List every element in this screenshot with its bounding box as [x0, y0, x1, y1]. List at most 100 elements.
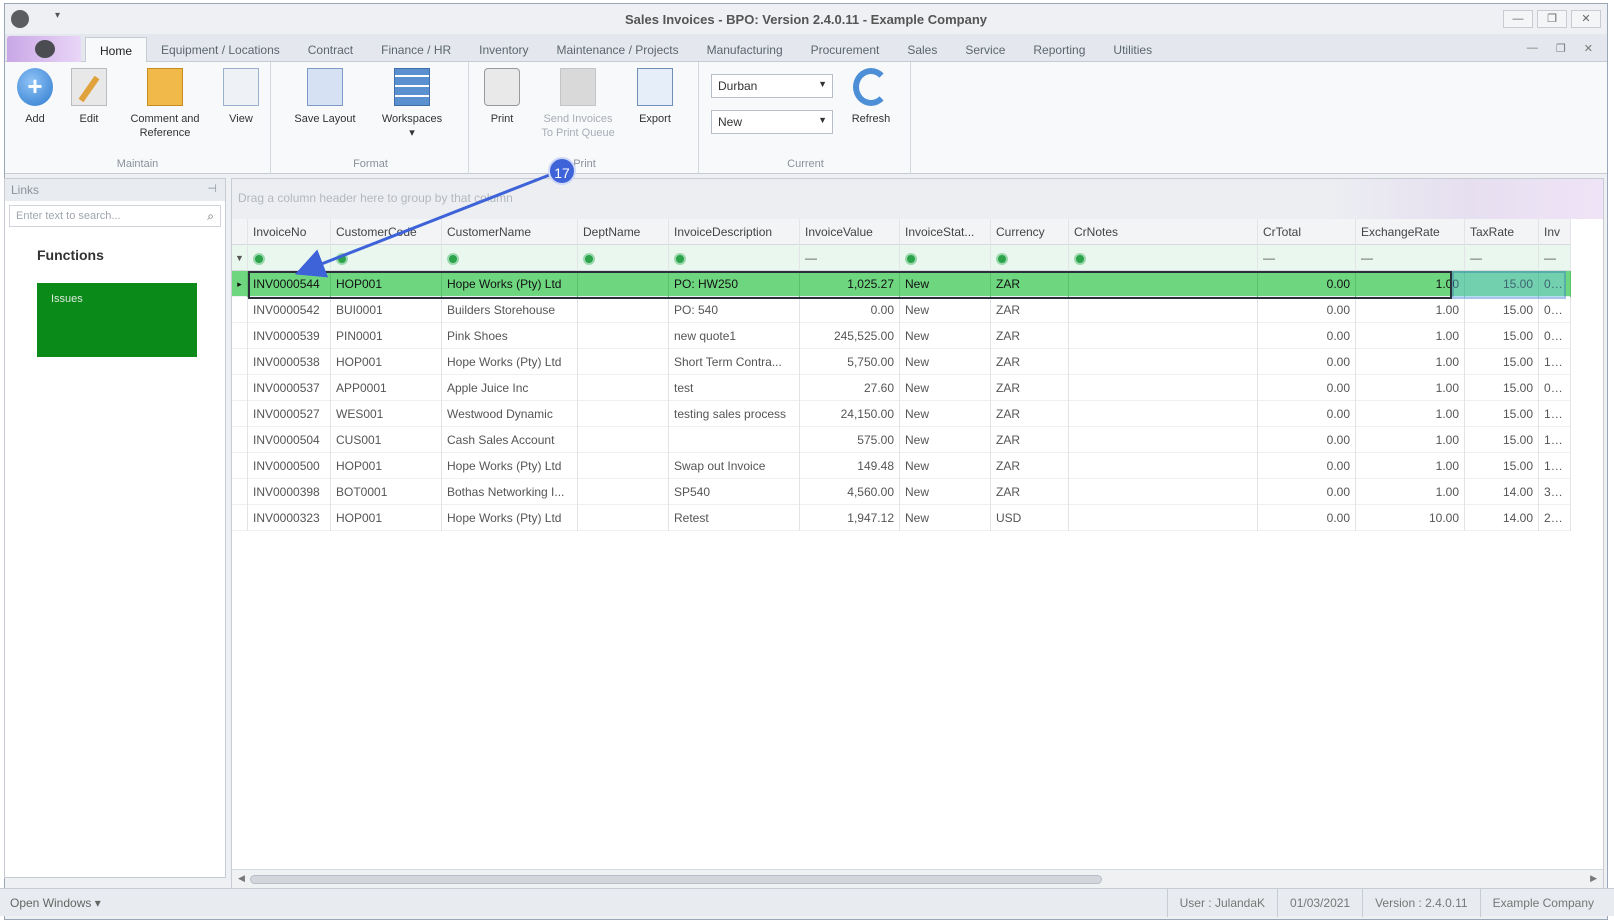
column-header-status[interactable]: InvoiceStat... — [900, 219, 991, 245]
cell-name[interactable]: Hope Works (Pty) Ltd — [442, 505, 578, 531]
cell-value[interactable]: 149.48 — [800, 453, 900, 479]
mdi-close-button[interactable]: ✕ — [1584, 42, 1593, 55]
cell-crnotes[interactable] — [1069, 479, 1258, 505]
cell-status[interactable]: New — [900, 375, 991, 401]
open-windows-button[interactable]: Open Windows ▾ — [10, 896, 101, 910]
cell-value[interactable]: 0.00 — [800, 297, 900, 323]
tab-finance-hr[interactable]: Finance / HR — [367, 37, 465, 64]
tab-inventory[interactable]: Inventory — [465, 37, 542, 64]
filter-cell-dept[interactable] — [578, 245, 669, 271]
export-button[interactable]: Export — [629, 68, 681, 126]
cell-dept[interactable] — [578, 479, 669, 505]
scrollbar-thumb[interactable] — [250, 875, 1102, 884]
cell-status[interactable]: New — [900, 349, 991, 375]
scroll-left-icon[interactable]: ◀ — [238, 873, 245, 884]
cell-no[interactable]: INV0000398 — [248, 479, 331, 505]
cell-value[interactable]: 575.00 — [800, 427, 900, 453]
pin-icon[interactable]: ⊣ — [207, 182, 217, 195]
column-header-rate[interactable]: ExchangeRate — [1356, 219, 1465, 245]
cell-desc[interactable]: PO: HW250 — [669, 271, 800, 297]
column-header-inv[interactable]: Inv — [1539, 219, 1571, 245]
cell-currency[interactable]: USD — [991, 505, 1069, 531]
column-header-crtotal[interactable]: CrTotal — [1258, 219, 1356, 245]
cell-tax[interactable]: 14.00 — [1465, 505, 1539, 531]
tab-reporting[interactable]: Reporting — [1019, 37, 1099, 64]
cell-desc[interactable]: Swap out Invoice — [669, 453, 800, 479]
add-button[interactable]: + Add — [15, 68, 55, 126]
filter-cell-inv[interactable]: — — [1539, 245, 1571, 271]
cell-tax[interactable]: 15.00 — [1465, 401, 1539, 427]
cell-inv[interactable]: 19/1 — [1539, 453, 1571, 479]
cell-crnotes[interactable] — [1069, 271, 1258, 297]
table-row[interactable]: INV0000500 HOP001 Hope Works (Pty) Ltd Swap… — [232, 453, 1571, 479]
cell-name[interactable]: Builders Storehouse — [442, 297, 578, 323]
column-header-currency[interactable]: Currency — [991, 219, 1069, 245]
cell-no[interactable]: INV0000323 — [248, 505, 331, 531]
cell-code[interactable]: CUS001 — [331, 427, 442, 453]
cell-dept[interactable] — [578, 323, 669, 349]
cell-currency[interactable]: ZAR — [991, 349, 1069, 375]
cell-code[interactable]: HOP001 — [331, 349, 442, 375]
cell-rate[interactable]: 1.00 — [1356, 427, 1465, 453]
search-icon[interactable]: ⌕ — [207, 209, 214, 224]
cell-name[interactable]: Hope Works (Pty) Ltd — [442, 349, 578, 375]
cell-status[interactable]: New — [900, 505, 991, 531]
cell-no[interactable]: INV0000538 — [248, 349, 331, 375]
group-by-panel[interactable]: Drag a column header here to group by th… — [232, 179, 1603, 219]
cell-value[interactable]: 4,560.00 — [800, 479, 900, 505]
links-search-input[interactable]: Enter text to search... ⌕ — [9, 205, 221, 227]
cell-tax[interactable]: 15.00 — [1465, 323, 1539, 349]
cell-crtotal[interactable]: 0.00 — [1258, 297, 1356, 323]
cell-inv[interactable]: 01/0 — [1539, 271, 1571, 297]
cell-crnotes[interactable] — [1069, 349, 1258, 375]
close-button[interactable]: ✕ — [1571, 10, 1601, 28]
cell-rate[interactable]: 1.00 — [1356, 479, 1465, 505]
tab-procurement[interactable]: Procurement — [797, 37, 894, 64]
table-row[interactable]: INV0000542 BUI0001 Builders Storehouse PO: … — [232, 297, 1571, 323]
cell-name[interactable]: Bothas Networking I... — [442, 479, 578, 505]
cell-rate[interactable]: 1.00 — [1356, 453, 1465, 479]
cell-status[interactable]: New — [900, 401, 991, 427]
column-header-no[interactable]: InvoiceNo — [248, 219, 331, 245]
cell-rate[interactable]: 1.00 — [1356, 349, 1465, 375]
table-row[interactable]: INV0000539 PIN0001 Pink Shoes new quote1 245… — [232, 323, 1571, 349]
filter-cell-value[interactable]: — — [800, 245, 900, 271]
cell-code[interactable]: PIN0001 — [331, 323, 442, 349]
cell-currency[interactable]: ZAR — [991, 479, 1069, 505]
cell-inv[interactable]: 04/0 — [1539, 323, 1571, 349]
tab-utilities[interactable]: Utilities — [1099, 37, 1166, 64]
cell-rate[interactable]: 1.00 — [1356, 375, 1465, 401]
cell-rate[interactable]: 10.00 — [1356, 505, 1465, 531]
filter-cell-desc[interactable] — [669, 245, 800, 271]
cell-currency[interactable]: ZAR — [991, 297, 1069, 323]
cell-crtotal[interactable]: 0.00 — [1258, 323, 1356, 349]
cell-desc[interactable]: testing sales process — [669, 401, 800, 427]
cell-no[interactable]: INV0000539 — [248, 323, 331, 349]
mdi-restore-button[interactable]: ❐ — [1556, 42, 1566, 55]
cell-crnotes[interactable] — [1069, 427, 1258, 453]
cell-value[interactable]: 1,025.27 — [800, 271, 900, 297]
cell-currency[interactable]: ZAR — [991, 323, 1069, 349]
horizontal-scrollbar[interactable]: ◀ ▶ — [232, 869, 1603, 889]
cell-no[interactable]: INV0000537 — [248, 375, 331, 401]
cell-inv[interactable]: 17/0 — [1539, 427, 1571, 453]
cell-inv[interactable]: 08/0 — [1539, 375, 1571, 401]
cell-desc[interactable] — [669, 427, 800, 453]
cell-inv[interactable]: 20/0 — [1539, 505, 1571, 531]
cell-name[interactable]: Hope Works (Pty) Ltd — [442, 453, 578, 479]
cell-tax[interactable]: 15.00 — [1465, 271, 1539, 297]
application-menu-button[interactable] — [7, 36, 81, 62]
cell-dept[interactable] — [578, 297, 669, 323]
restore-button[interactable]: ❐ — [1537, 10, 1567, 28]
cell-no[interactable]: INV0000542 — [248, 297, 331, 323]
cell-status[interactable]: New — [900, 479, 991, 505]
table-row[interactable]: INV0000537 APP0001 Apple Juice Inc test 27.6… — [232, 375, 1571, 401]
issues-tile[interactable]: Issues — [37, 283, 197, 357]
tab-maintenance-projects[interactable]: Maintenance / Projects — [543, 37, 693, 64]
cell-crnotes[interactable] — [1069, 323, 1258, 349]
cell-inv[interactable]: 15/0 — [1539, 349, 1571, 375]
cell-code[interactable]: BOT0001 — [331, 479, 442, 505]
cell-inv[interactable]: 30/1 — [1539, 479, 1571, 505]
cell-no[interactable]: INV0000544 — [248, 271, 331, 297]
cell-value[interactable]: 1,947.12 — [800, 505, 900, 531]
